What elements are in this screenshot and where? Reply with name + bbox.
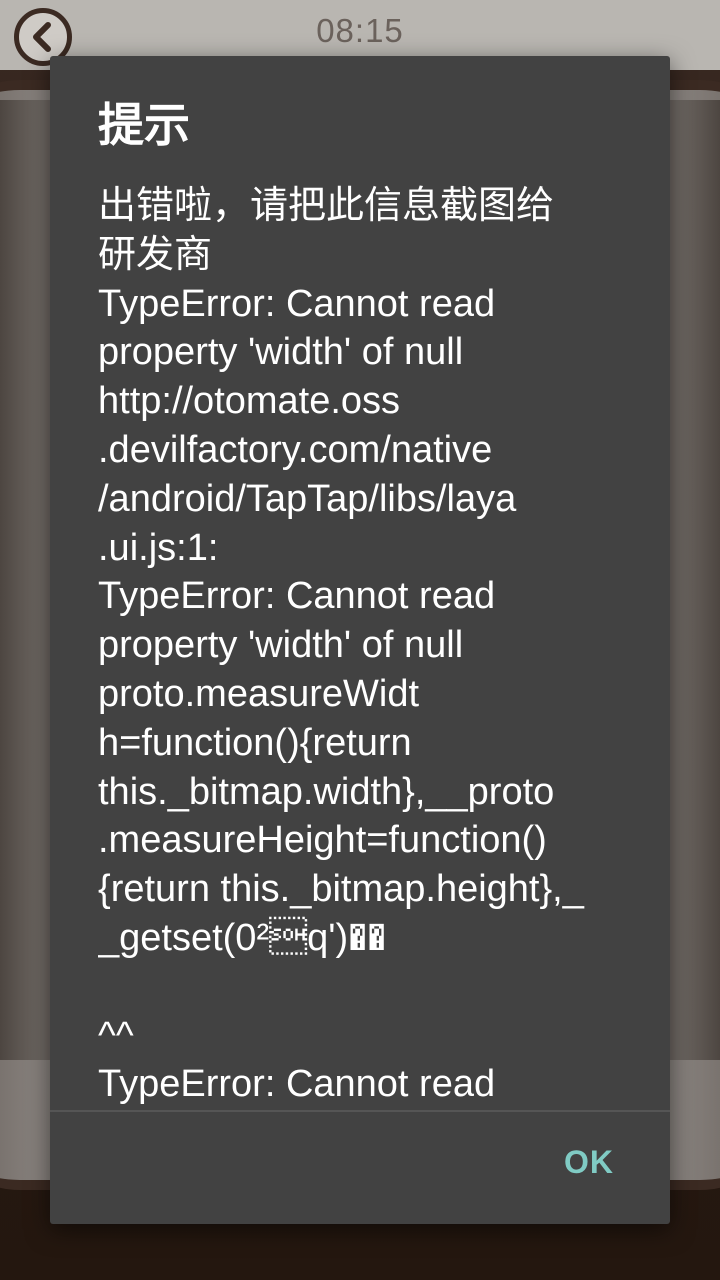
dialog-message: 出错啦，请把此信息截图给 研发商 TypeError: Cannot read … [98, 185, 584, 1106]
dialog-body[interactable]: 出错啦，请把此信息截图给 研发商 TypeError: Cannot read … [98, 182, 638, 1110]
chevron-left-icon [33, 22, 51, 52]
clock-display: 08:15 [316, 12, 404, 49]
dialog-divider [50, 1110, 670, 1112]
error-dialog: 提示 出错啦，请把此信息截图给 研发商 TypeError: Cannot re… [50, 56, 670, 1224]
game-screen: 08:15 提示 出错啦，请把此信息截图给 研发商 TypeError: Can… [0, 0, 720, 1280]
ok-button[interactable]: OK [542, 1136, 636, 1189]
dialog-title: 提示 [98, 98, 190, 152]
